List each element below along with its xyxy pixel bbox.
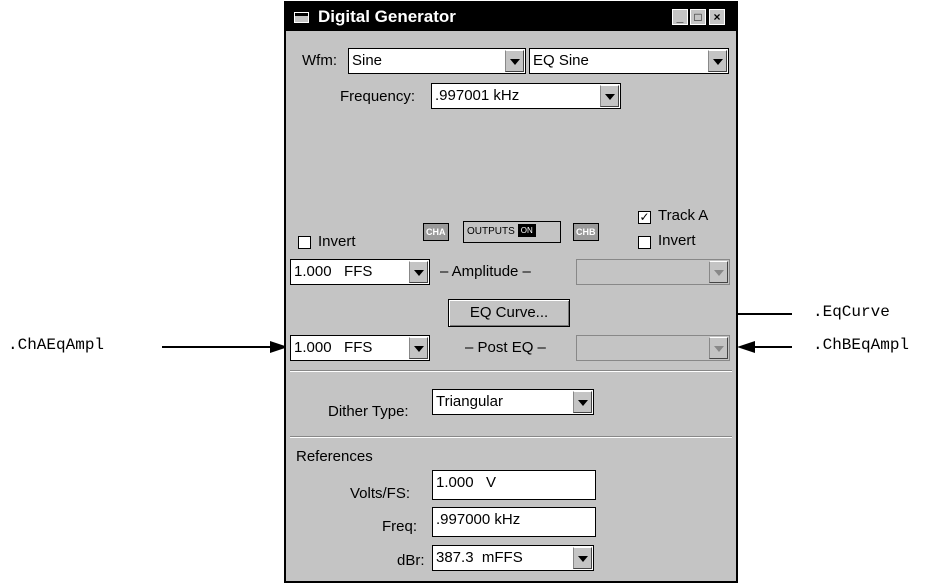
waveform-value: Sine — [352, 52, 383, 69]
digital-generator-window: Digital Generator _ □ × Wfm: Sine EQ Sin… — [284, 1, 738, 583]
dither-type-dropdown[interactable]: Triangular — [432, 389, 594, 415]
chevron-down-icon[interactable] — [505, 50, 524, 72]
ref-freq-label: Freq: — [382, 518, 418, 535]
invert-a-label: Invert — [318, 233, 356, 250]
post-eq-label: – Post EQ – — [465, 339, 546, 356]
chevron-down-icon[interactable] — [573, 547, 592, 569]
cha-amplitude-value: 1.000 FFS — [294, 263, 373, 280]
outputs-label: OUTPUTS — [467, 226, 515, 237]
maximize-button[interactable]: □ — [690, 9, 706, 25]
window-title: Digital Generator — [318, 7, 456, 26]
minimize-button[interactable]: _ — [672, 9, 688, 25]
chevron-down-icon[interactable] — [709, 337, 728, 359]
chevron-down-icon[interactable] — [708, 50, 727, 72]
chb-amplitude-field[interactable] — [576, 259, 730, 285]
chevron-down-icon[interactable] — [709, 261, 728, 283]
track-a-checkbox[interactable]: ✓ — [638, 211, 651, 224]
chb-post-eq-field[interactable] — [576, 335, 730, 361]
invert-a-checkbox[interactable] — [298, 236, 311, 249]
frequency-field[interactable]: .997001 kHz — [431, 83, 621, 109]
chevron-down-icon[interactable] — [409, 337, 428, 359]
dither-type-label: Dither Type: — [328, 403, 409, 420]
outputs-on-indicator: ON — [517, 224, 536, 237]
eq-curve-button[interactable]: EQ Curve... — [448, 299, 570, 327]
frequency-label: Frequency: — [340, 88, 416, 105]
system-menu-icon[interactable] — [294, 12, 309, 23]
amplitude-label: – Amplitude – — [440, 263, 531, 280]
title-bar[interactable]: Digital Generator _ □ × — [286, 3, 736, 31]
volts-fs-value: 1.000 V — [436, 474, 497, 491]
cha-post-eq-field[interactable]: 1.000 FFS — [290, 335, 430, 361]
dbr-field[interactable]: 387.3 mFFS — [432, 545, 594, 571]
chevron-down-icon[interactable] — [600, 85, 619, 107]
arrow-to-chb-eq-ampl — [737, 341, 792, 353]
chb-badge[interactable]: CHB — [573, 223, 599, 241]
invert-b-label: Invert — [658, 232, 696, 249]
divider — [290, 370, 732, 372]
frequency-value: .997001 kHz — [435, 87, 520, 104]
divider — [290, 436, 732, 438]
invert-b-checkbox[interactable] — [638, 236, 651, 249]
dither-type-value: Triangular — [436, 393, 503, 410]
ref-freq-field[interactable]: .997000 kHz — [432, 507, 596, 537]
cha-badge[interactable]: CHA — [423, 223, 449, 241]
eq-waveform-dropdown[interactable]: EQ Sine — [529, 48, 729, 74]
waveform-label: Wfm: — [302, 52, 337, 69]
eq-waveform-value: EQ Sine — [533, 52, 589, 69]
dbr-label: dBr: — [397, 552, 425, 569]
waveform-dropdown[interactable]: Sine — [348, 48, 526, 74]
cha-amplitude-field[interactable]: 1.000 FFS — [290, 259, 430, 285]
track-a-label: Track A — [658, 207, 709, 224]
outputs-toggle[interactable]: OUTPUTS ON — [463, 221, 561, 243]
dbr-value: 387.3 mFFS — [436, 549, 523, 566]
volts-fs-label: Volts/FS: — [350, 485, 411, 502]
chevron-down-icon[interactable] — [573, 391, 592, 413]
references-heading: References — [296, 448, 373, 465]
arrow-to-cha-eq-ampl — [162, 341, 288, 353]
cha-post-eq-value: 1.000 FFS — [294, 339, 373, 356]
chevron-down-icon[interactable] — [409, 261, 428, 283]
close-button[interactable]: × — [709, 9, 725, 25]
ref-freq-value: .997000 kHz — [436, 511, 521, 528]
volts-fs-field[interactable]: 1.000 V — [432, 470, 596, 500]
